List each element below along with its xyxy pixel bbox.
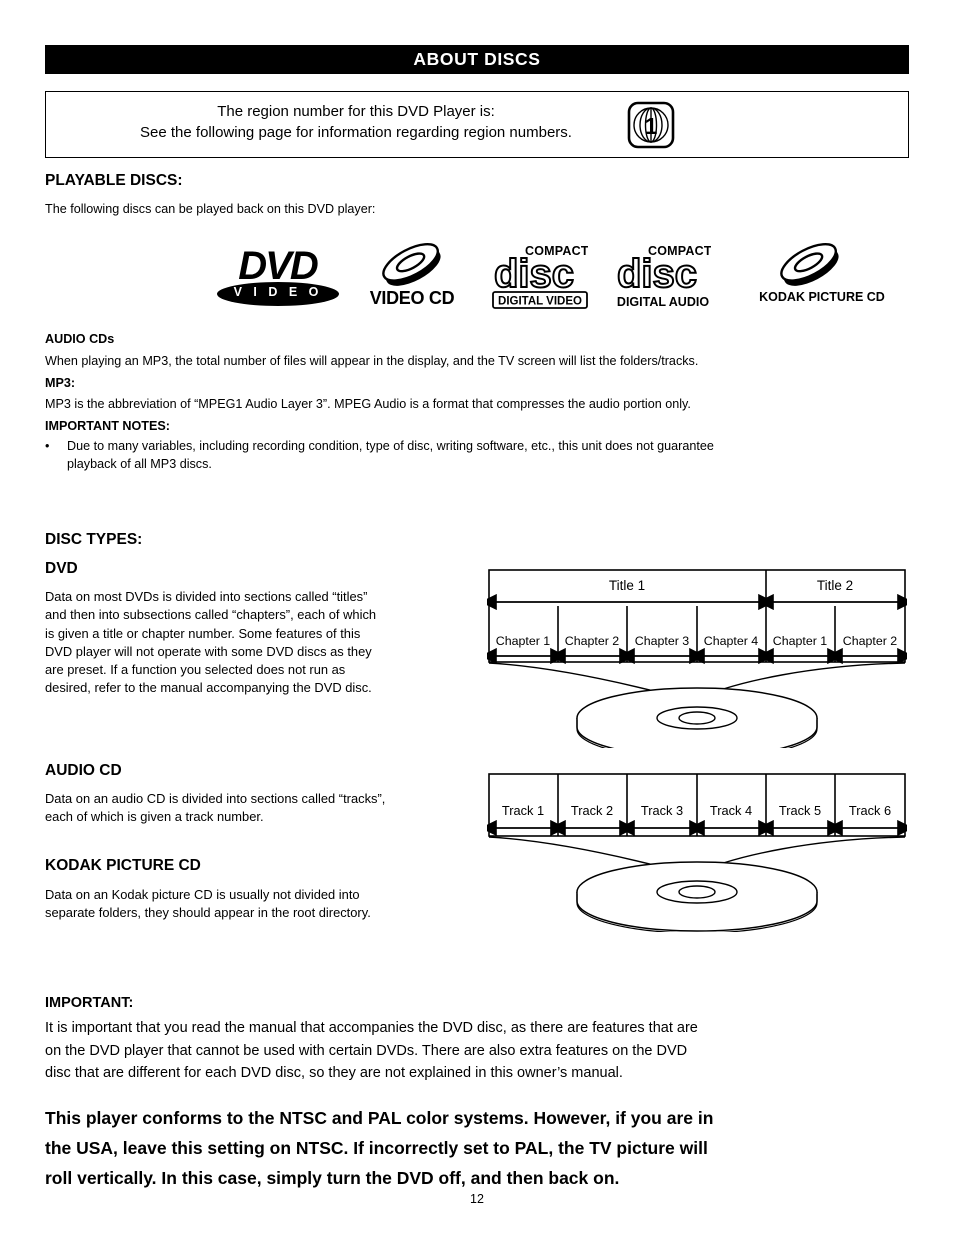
- dvd-logo-word: DVD: [238, 244, 318, 288]
- playable-discs-intro: The following discs can be played back o…: [45, 202, 376, 216]
- dvd-t1-chapter-4-label: Chapter 4: [704, 634, 759, 648]
- kodak-para-line-2: separate folders, they should appear in …: [45, 905, 371, 921]
- conformance-line-3: roll vertically. In this case, simply tu…: [45, 1168, 620, 1188]
- kodak-para-line-1: Data on an Kodak picture CD is usually n…: [45, 887, 360, 902]
- mp3-text: MP3 is the abbreviation of “MPEG1 Audio …: [45, 397, 691, 411]
- important-notes-bullet-text: Due to many variables, including recordi…: [67, 438, 907, 473]
- conformance-line-2: the USA, leave this setting on NTSC. If …: [45, 1138, 708, 1158]
- audio-cds-text: When playing an MP3, the total number of…: [45, 354, 699, 368]
- region-box-line-2: See the following page for information r…: [140, 124, 572, 141]
- kodak-picture-cd-subsection-paragraph: Data on an Kodak picture CD is usually n…: [45, 886, 490, 923]
- disc-logos-row: DVD V I D E O VIDEO CD COMPACT disc DIGI…: [0, 232, 954, 328]
- cdv-digital-video-text: DIGITAL VIDEO: [498, 296, 582, 308]
- cd-track-1-label: Track 1: [502, 803, 544, 818]
- region-code-icon: 1: [627, 101, 675, 149]
- dvd-logo-video-word: V I D E O: [233, 285, 323, 299]
- video-cd-swirl-icon: [382, 242, 441, 286]
- video-cd-logo-text: VIDEO CD: [369, 288, 455, 308]
- dvd-video-logo-icon: DVD V I D E O: [210, 246, 345, 310]
- audio-cd-subsection-heading: AUDIO CD: [45, 762, 122, 779]
- audio-cds-heading: AUDIO CDs: [45, 332, 115, 346]
- audio-cd-disc-illustration: [576, 861, 818, 932]
- dvd-para-line-5: are preset. If a function you selected d…: [45, 662, 346, 678]
- cd-track-6-label: Track 6: [849, 803, 891, 818]
- cd-track-2-label: Track 2: [571, 803, 613, 818]
- cd-track-3-label: Track 3: [641, 803, 683, 818]
- dvd-title-2-label: Title 2: [817, 578, 853, 593]
- page-title: ABOUT DISCS: [45, 45, 909, 74]
- dvd-t2-chapter-2-label: Chapter 2: [843, 634, 898, 648]
- important-paragraph: It is important that you read the manual…: [45, 1017, 910, 1085]
- dvd-para-line-4: DVD player will not operate with some DV…: [45, 643, 372, 659]
- dvd-para-line-1: Data on most DVDs is divided into sectio…: [45, 589, 368, 604]
- dvd-para-line-2: and then into subsections called “chapte…: [45, 607, 377, 623]
- kodak-picture-cd-subsection-heading: KODAK PICTURE CD: [45, 857, 201, 874]
- dvd-t1-chapter-1-label: Chapter 1: [496, 634, 551, 648]
- important-heading: IMPORTANT:: [45, 995, 134, 1011]
- region-box-line-1: The region number for this DVD Player is…: [217, 103, 495, 120]
- audio-cd-track-diagram: Track 1 Track 2 Track 3 Track 4 Track 5 …: [487, 773, 907, 932]
- region-box-text: The region number for this DVD Player is…: [46, 101, 666, 143]
- video-cd-logo-icon: VIDEO CD: [362, 240, 462, 312]
- dvd-subsection-heading: DVD: [45, 560, 78, 577]
- dvd-t2-chapter-1-label: Chapter 1: [773, 634, 828, 648]
- manual-page: ABOUT DISCS The region number for this D…: [0, 0, 954, 1235]
- page-number: 12: [470, 1192, 484, 1206]
- dvd-title-1-label: Title 1: [609, 578, 645, 593]
- kodak-swirl-icon: [780, 242, 839, 286]
- audio-cd-para-line-1: Data on an audio CD is divided into sect…: [45, 791, 386, 806]
- audio-cd-para-line-2: each of which is given a track number.: [45, 809, 264, 825]
- cd-track-5-label: Track 5: [779, 803, 821, 818]
- kodak-picture-cd-logo-icon: KODAK PICTURE CD: [759, 240, 910, 312]
- important-line-2: on the DVD player that cannot be used wi…: [45, 1042, 688, 1059]
- cdv-disc-text: disc: [494, 252, 574, 296]
- dvd-para-line-3: is given a title or chapter number. Some…: [45, 625, 361, 641]
- dvd-t1-chapter-2-label: Chapter 2: [565, 634, 620, 648]
- important-notes-heading: IMPORTANT NOTES:: [45, 419, 170, 433]
- conformance-line-1: This player conforms to the NTSC and PAL…: [45, 1108, 714, 1128]
- cda-disc-text: disc: [617, 252, 697, 296]
- audio-cd-subsection-paragraph: Data on an audio CD is divided into sect…: [45, 790, 490, 827]
- mp3-heading: MP3:: [45, 376, 76, 390]
- bullet-marker-icon: •: [45, 439, 50, 453]
- region-number-box: The region number for this DVD Player is…: [45, 91, 909, 158]
- bullet-line-2: playback of all MP3 discs.: [67, 456, 212, 471]
- playable-discs-heading: PLAYABLE DISCS:: [45, 172, 183, 189]
- disc-types-heading: DISC TYPES:: [45, 531, 143, 548]
- dvd-title-chapter-diagram: Title 1 Title 2 Chapter 1 Chapter 2 Chap…: [487, 569, 907, 748]
- compact-disc-digital-audio-logo-icon: COMPACT disc DIGITAL AUDIO: [615, 242, 712, 310]
- bullet-line-1: Due to many variables, including recordi…: [67, 439, 714, 453]
- dvd-para-line-6: desired, refer to the manual accompanyin…: [45, 680, 372, 696]
- dvd-disc-illustration: [576, 687, 818, 748]
- important-line-1: It is important that you read the manual…: [45, 1020, 698, 1036]
- kodak-picture-cd-logo-text: KODAK PICTURE CD: [759, 290, 885, 304]
- region-number-value: 1: [645, 113, 658, 139]
- dvd-t1-chapter-3-label: Chapter 3: [635, 634, 690, 648]
- cd-track-4-label: Track 4: [710, 803, 752, 818]
- important-line-3: disc that are different for each DVD dis…: [45, 1065, 623, 1082]
- dvd-subsection-paragraph: Data on most DVDs is divided into sectio…: [45, 588, 485, 698]
- compact-disc-digital-video-logo-icon: COMPACT disc DIGITAL VIDEO: [492, 242, 589, 310]
- cda-digital-audio-text: DIGITAL AUDIO: [617, 295, 709, 309]
